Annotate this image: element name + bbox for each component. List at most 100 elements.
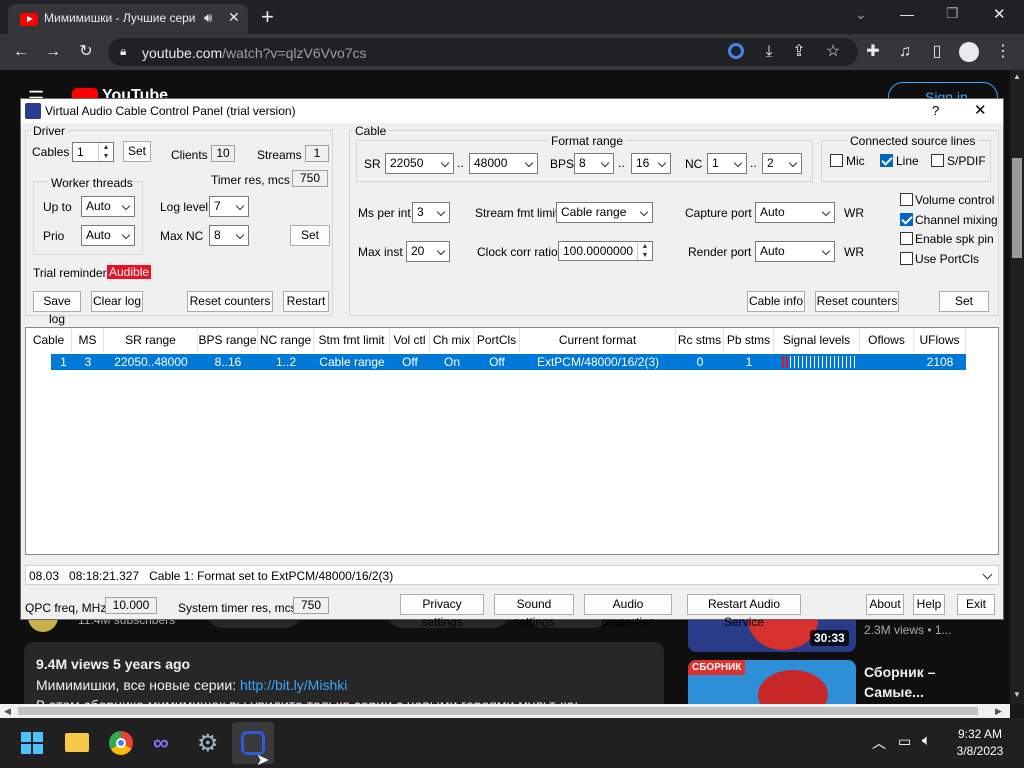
cable-status-table[interactable]: Cable MS SR range BPS range NC range Stm… xyxy=(25,327,999,555)
scroll-down-icon[interactable]: ▼ xyxy=(1013,690,1021,699)
cables-spin-buttons[interactable]: ▲ ▼ xyxy=(98,143,113,161)
page-vertical-scrollbar[interactable]: ▲ ▼ xyxy=(1010,70,1024,704)
settings-gear-icon[interactable]: ⚙ xyxy=(197,729,219,758)
nc-max-select[interactable]: 2 xyxy=(762,153,802,174)
hscroll-thumb[interactable] xyxy=(18,707,978,715)
max-nc-select[interactable]: 8 xyxy=(209,225,249,246)
save-log-button[interactable]: Save log xyxy=(33,291,81,326)
menu-icon[interactable]: ⋮ xyxy=(992,42,1014,62)
spin-down-icon[interactable]: ▼ xyxy=(99,152,113,161)
stream-fmt-limit-select[interactable]: Cable range xyxy=(556,202,653,223)
file-explorer-icon[interactable] xyxy=(65,733,89,752)
clock-date[interactable]: 3/8/2023 xyxy=(954,744,1006,758)
status-dropdown-icon[interactable] xyxy=(982,569,993,580)
mic-checkbox[interactable] xyxy=(830,154,843,167)
col-header[interactable]: UFlows xyxy=(914,328,966,352)
scroll-left-icon[interactable]: ◀ xyxy=(4,706,11,717)
restart-audio-service-button[interactable]: Restart Audio Service xyxy=(687,594,801,629)
col-header[interactable]: Signal levels xyxy=(774,328,860,352)
side-panel-icon[interactable]: ▯ xyxy=(926,42,948,62)
speaker-icon[interactable]: 🔊︎ xyxy=(204,10,212,26)
profile-avatar[interactable] xyxy=(959,42,979,62)
col-header[interactable]: Ch mix xyxy=(430,328,474,352)
window-minimize-icon[interactable]: — xyxy=(900,6,914,22)
restart-button[interactable]: Restart xyxy=(283,291,329,312)
col-header[interactable]: Pb stms xyxy=(724,328,774,352)
spin-up-icon[interactable]: ▲ xyxy=(638,242,652,251)
ms-per-int-select[interactable]: 3 xyxy=(412,202,450,223)
side-video-thumbnail-2[interactable]: СБОРНИК xyxy=(688,660,856,704)
status-log-combo[interactable]: 08.03 08:18:21.327 Cable 1: Format set t… xyxy=(25,565,999,585)
exit-button[interactable]: Exit xyxy=(957,594,995,615)
scroll-right-icon[interactable]: ▶ xyxy=(995,706,1002,717)
col-header[interactable]: Stm fmt limit xyxy=(314,328,390,352)
enable-spk-pin-checkbox[interactable] xyxy=(900,232,913,245)
sr-min-select[interactable]: 22050 xyxy=(385,153,454,174)
ccr-spin-buttons[interactable]: ▲ ▼ xyxy=(637,242,652,260)
visual-studio-icon[interactable]: ∞ xyxy=(153,730,169,756)
col-header[interactable]: Current format xyxy=(520,328,676,352)
vac-close-icon[interactable]: ✕ xyxy=(974,101,987,119)
description-link[interactable]: http://bit.ly/Mishki xyxy=(240,677,347,693)
side-video-title[interactable]: Сборник – Самые... xyxy=(864,662,964,702)
google-lens-icon[interactable] xyxy=(728,43,744,59)
about-button[interactable]: About xyxy=(866,594,904,615)
cables-spinbox[interactable]: 1 ▲ ▼ xyxy=(72,142,114,162)
tray-overflow-icon[interactable]: ︿ xyxy=(872,733,886,753)
vac-title-bar[interactable]: Virtual Audio Cable Control Panel (trial… xyxy=(21,99,1003,123)
window-restore-icon[interactable]: ❐ xyxy=(946,5,959,22)
audio-properties-button[interactable]: Audio properties xyxy=(584,594,672,629)
cables-set-button[interactable]: Set xyxy=(123,141,151,162)
new-tab-icon[interactable]: + xyxy=(261,4,274,30)
col-header[interactable]: PortCls xyxy=(474,328,520,352)
cable-info-button[interactable]: Cable info xyxy=(747,291,805,312)
share-icon[interactable]: ⇪ xyxy=(788,42,810,62)
scrollbar-thumb[interactable] xyxy=(1012,158,1022,258)
clear-log-button[interactable]: Clear log xyxy=(91,291,143,312)
capture-port-select[interactable]: Auto xyxy=(755,202,835,223)
help-icon[interactable]: ? xyxy=(932,103,939,118)
clock-time[interactable]: 9:32 AM xyxy=(954,727,1006,741)
scroll-up-icon[interactable]: ▲ xyxy=(1013,72,1021,81)
tab-close-icon[interactable]: ✕ xyxy=(228,9,240,26)
channel-mixing-checkbox[interactable] xyxy=(900,213,913,226)
network-icon[interactable]: ▭ xyxy=(898,733,911,750)
bookmark-star-icon[interactable]: ☆ xyxy=(822,42,844,62)
driver-reset-counters-button[interactable]: Reset counters xyxy=(187,291,273,312)
nc-min-select[interactable]: 1 xyxy=(707,153,747,174)
col-header[interactable]: BPS range xyxy=(198,328,258,352)
col-header[interactable]: MS xyxy=(72,328,104,352)
col-header[interactable]: Oflows xyxy=(860,328,914,352)
page-horizontal-scrollbar[interactable]: ◀ ▶ xyxy=(0,704,1010,718)
extensions-icon[interactable]: ✚ xyxy=(862,42,884,62)
address-bar[interactable]: 🔒︎ youtube.com/watch?v=qlzV6Vvo7cs ⤓ ⇪ ☆ xyxy=(108,38,858,66)
max-nc-set-button[interactable]: Set xyxy=(290,225,330,246)
reload-icon[interactable]: ↻ xyxy=(75,42,97,62)
max-inst-select[interactable]: 20 xyxy=(406,241,450,262)
cable-set-button[interactable]: Set xyxy=(939,291,989,312)
col-header[interactable]: NC range xyxy=(258,328,314,352)
upto-select[interactable]: Auto xyxy=(81,196,135,217)
volume-control-checkbox[interactable] xyxy=(900,193,913,206)
use-portcls-checkbox[interactable] xyxy=(900,252,913,265)
spin-up-icon[interactable]: ▲ xyxy=(99,143,113,152)
help-button[interactable]: Help xyxy=(913,594,945,615)
browser-tab[interactable]: Мимимишки - Лучшие сери 🔊︎ ✕ xyxy=(8,4,248,34)
sr-max-select[interactable]: 48000 xyxy=(469,153,538,174)
privacy-settings-button[interactable]: Privacy settings xyxy=(400,594,484,629)
description-box[interactable]: 9.4M views 5 years ago Мимимишки, все но… xyxy=(24,642,664,712)
install-icon[interactable]: ⤓ xyxy=(758,42,780,62)
window-close-icon[interactable]: ✕ xyxy=(993,5,1006,23)
forward-icon[interactable]: → xyxy=(42,42,64,62)
render-port-select[interactable]: Auto xyxy=(755,241,835,262)
clock-corr-ratio-spinbox[interactable]: 100.0000000 ▲ ▼ xyxy=(558,241,653,261)
col-header[interactable]: Rc stms xyxy=(676,328,724,352)
prio-select[interactable]: Auto xyxy=(81,225,135,246)
start-icon[interactable] xyxy=(21,732,43,754)
back-icon[interactable]: ← xyxy=(10,42,32,62)
col-header[interactable]: Vol ctl xyxy=(390,328,430,352)
spdif-checkbox[interactable] xyxy=(931,154,944,167)
minimize-icon[interactable]: ⌄ xyxy=(855,6,867,23)
sound-settings-button[interactable]: Sound settings xyxy=(494,594,574,629)
col-header[interactable]: SR range xyxy=(104,328,198,352)
